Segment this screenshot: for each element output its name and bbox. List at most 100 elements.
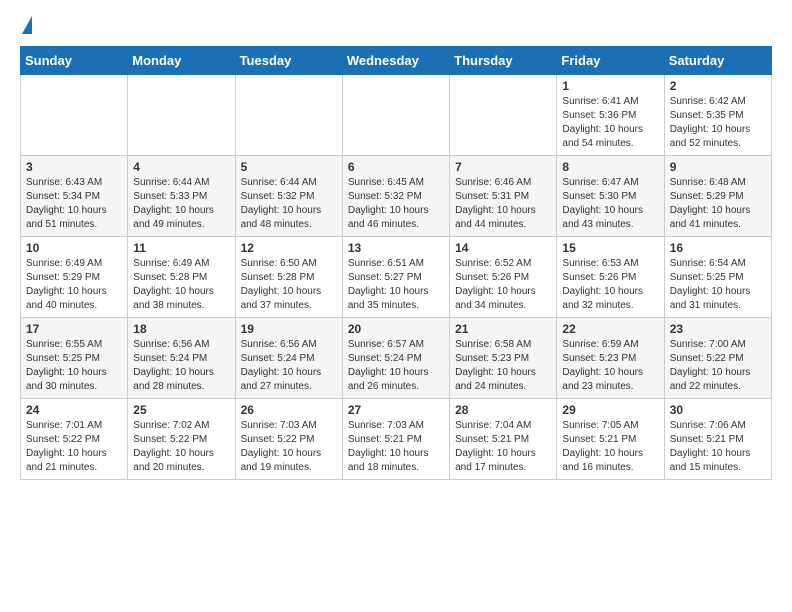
day-number: 17 [26, 322, 122, 336]
day-info: Sunrise: 6:47 AMSunset: 5:30 PMDaylight:… [562, 176, 658, 232]
page: SundayMondayTuesdayWednesdayThursdayFrid… [0, 0, 792, 496]
day-number: 28 [455, 403, 551, 417]
calendar-header: SundayMondayTuesdayWednesdayThursdayFrid… [21, 47, 772, 75]
calendar-cell: 15Sunrise: 6:53 AMSunset: 5:26 PMDayligh… [557, 237, 664, 318]
calendar-cell [128, 75, 235, 156]
calendar-cell: 2Sunrise: 6:42 AMSunset: 5:35 PMDaylight… [664, 75, 771, 156]
day-info: Sunrise: 6:52 AMSunset: 5:26 PMDaylight:… [455, 257, 551, 313]
calendar-week-row: 10 Sunrise: 6:49 AMSunset: 5:29 PMDayligh… [21, 237, 772, 318]
day-number: 12 [241, 241, 337, 255]
day-info: Sunrise: 7:03 AMSunset: 5:22 PMDaylight:… [241, 419, 337, 475]
calendar-cell: 3 Sunrise: 6:43 AMSunset: 5:34 PMDaylight… [21, 156, 128, 237]
day-number: 13 [348, 241, 444, 255]
calendar-cell: 22 Sunrise: 6:59 AMSunset: 5:23 PMDayligh… [557, 318, 664, 399]
day-info: Sunrise: 6:57 AMSunset: 5:24 PMDaylight:… [348, 338, 444, 394]
day-of-week-header: Tuesday [235, 47, 342, 75]
day-info: Sunrise: 6:41 AMSunset: 5:36 PMDaylight:… [562, 95, 658, 151]
day-info: Sunrise: 6:59 AMSunset: 5:23 PMDaylight:… [562, 338, 658, 394]
day-info: Sunrise: 6:45 AMSunset: 5:32 PMDaylight:… [348, 176, 444, 232]
calendar-cell: 1Sunrise: 6:41 AMSunset: 5:36 PMDaylight… [557, 75, 664, 156]
calendar-cell: 26 Sunrise: 7:03 AMSunset: 5:22 PMDayligh… [235, 399, 342, 480]
calendar-cell: 12Sunrise: 6:50 AMSunset: 5:28 PMDayligh… [235, 237, 342, 318]
days-of-week-row: SundayMondayTuesdayWednesdayThursdayFrid… [21, 47, 772, 75]
calendar-cell: 28 Sunrise: 7:04 AMSunset: 5:21 PMDayligh… [450, 399, 557, 480]
day-number: 19 [241, 322, 337, 336]
day-number: 2 [670, 79, 766, 93]
day-info: Sunrise: 7:02 AMSunset: 5:22 PMDaylight:… [133, 419, 229, 475]
day-of-week-header: Saturday [664, 47, 771, 75]
calendar-cell: 30 Sunrise: 7:06 AMSunset: 5:21 PMDayligh… [664, 399, 771, 480]
calendar-cell: 17 Sunrise: 6:55 AMSunset: 5:25 PMDayligh… [21, 318, 128, 399]
day-info: Sunrise: 7:00 AMSunset: 5:22 PMDaylight:… [670, 338, 766, 394]
day-info: Sunrise: 6:48 AMSunset: 5:29 PMDaylight:… [670, 176, 766, 232]
day-info: Sunrise: 7:05 AMSunset: 5:21 PMDaylight:… [562, 419, 658, 475]
calendar-cell: 7 Sunrise: 6:46 AMSunset: 5:31 PMDaylight… [450, 156, 557, 237]
day-info: Sunrise: 6:51 AMSunset: 5:27 PMDaylight:… [348, 257, 444, 313]
day-info: Sunrise: 7:06 AMSunset: 5:21 PMDaylight:… [670, 419, 766, 475]
day-number: 24 [26, 403, 122, 417]
calendar: SundayMondayTuesdayWednesdayThursdayFrid… [20, 46, 772, 480]
logo [20, 16, 32, 36]
day-number: 30 [670, 403, 766, 417]
day-number: 16 [670, 241, 766, 255]
day-number: 8 [562, 160, 658, 174]
day-number: 26 [241, 403, 337, 417]
day-number: 22 [562, 322, 658, 336]
calendar-cell: 19 Sunrise: 6:56 AMSunset: 5:24 PMDayligh… [235, 318, 342, 399]
day-info: Sunrise: 6:53 AMSunset: 5:26 PMDaylight:… [562, 257, 658, 313]
day-number: 20 [348, 322, 444, 336]
day-number: 3 [26, 160, 122, 174]
day-number: 6 [348, 160, 444, 174]
day-info: Sunrise: 7:01 AMSunset: 5:22 PMDaylight:… [26, 419, 122, 475]
calendar-cell [450, 75, 557, 156]
calendar-cell: 29 Sunrise: 7:05 AMSunset: 5:21 PMDayligh… [557, 399, 664, 480]
calendar-cell: 27 Sunrise: 7:03 AMSunset: 5:21 PMDayligh… [342, 399, 449, 480]
calendar-cell [21, 75, 128, 156]
calendar-cell: 24 Sunrise: 7:01 AMSunset: 5:22 PMDayligh… [21, 399, 128, 480]
day-number: 11 [133, 241, 229, 255]
day-number: 29 [562, 403, 658, 417]
calendar-cell: 23 Sunrise: 7:00 AMSunset: 5:22 PMDayligh… [664, 318, 771, 399]
day-of-week-header: Thursday [450, 47, 557, 75]
day-info: Sunrise: 7:04 AMSunset: 5:21 PMDaylight:… [455, 419, 551, 475]
day-of-week-header: Monday [128, 47, 235, 75]
calendar-cell: 14 Sunrise: 6:52 AMSunset: 5:26 PMDayligh… [450, 237, 557, 318]
day-number: 21 [455, 322, 551, 336]
calendar-cell: 9Sunrise: 6:48 AMSunset: 5:29 PMDaylight… [664, 156, 771, 237]
calendar-week-row: 3 Sunrise: 6:43 AMSunset: 5:34 PMDaylight… [21, 156, 772, 237]
day-number: 18 [133, 322, 229, 336]
day-info: Sunrise: 6:58 AMSunset: 5:23 PMDaylight:… [455, 338, 551, 394]
calendar-cell [342, 75, 449, 156]
day-info: Sunrise: 6:43 AMSunset: 5:34 PMDaylight:… [26, 176, 122, 232]
day-of-week-header: Friday [557, 47, 664, 75]
day-info: Sunrise: 7:03 AMSunset: 5:21 PMDaylight:… [348, 419, 444, 475]
calendar-cell: 11 Sunrise: 6:49 AMSunset: 5:28 PMDayligh… [128, 237, 235, 318]
calendar-cell: 21 Sunrise: 6:58 AMSunset: 5:23 PMDayligh… [450, 318, 557, 399]
calendar-cell: 16 Sunrise: 6:54 AMSunset: 5:25 PMDayligh… [664, 237, 771, 318]
logo-triangle-icon [22, 16, 32, 34]
calendar-cell: 6 Sunrise: 6:45 AMSunset: 5:32 PMDaylight… [342, 156, 449, 237]
day-info: Sunrise: 6:55 AMSunset: 5:25 PMDaylight:… [26, 338, 122, 394]
header [20, 16, 772, 36]
calendar-body: 1Sunrise: 6:41 AMSunset: 5:36 PMDaylight… [21, 75, 772, 480]
logo-text [20, 16, 32, 36]
day-of-week-header: Sunday [21, 47, 128, 75]
calendar-cell: 18Sunrise: 6:56 AMSunset: 5:24 PMDayligh… [128, 318, 235, 399]
day-info: Sunrise: 6:44 AMSunset: 5:33 PMDaylight:… [133, 176, 229, 232]
day-info: Sunrise: 6:56 AMSunset: 5:24 PMDaylight:… [241, 338, 337, 394]
day-info: Sunrise: 6:49 AMSunset: 5:29 PMDaylight:… [26, 257, 122, 313]
day-number: 10 [26, 241, 122, 255]
day-number: 5 [241, 160, 337, 174]
calendar-cell: 13 Sunrise: 6:51 AMSunset: 5:27 PMDayligh… [342, 237, 449, 318]
day-number: 27 [348, 403, 444, 417]
day-info: Sunrise: 6:46 AMSunset: 5:31 PMDaylight:… [455, 176, 551, 232]
day-of-week-header: Wednesday [342, 47, 449, 75]
day-info: Sunrise: 6:49 AMSunset: 5:28 PMDaylight:… [133, 257, 229, 313]
calendar-cell: 5 Sunrise: 6:44 AMSunset: 5:32 PMDaylight… [235, 156, 342, 237]
day-number: 23 [670, 322, 766, 336]
day-number: 7 [455, 160, 551, 174]
day-info: Sunrise: 6:44 AMSunset: 5:32 PMDaylight:… [241, 176, 337, 232]
day-number: 14 [455, 241, 551, 255]
calendar-cell: 10 Sunrise: 6:49 AMSunset: 5:29 PMDayligh… [21, 237, 128, 318]
day-info: Sunrise: 6:54 AMSunset: 5:25 PMDaylight:… [670, 257, 766, 313]
